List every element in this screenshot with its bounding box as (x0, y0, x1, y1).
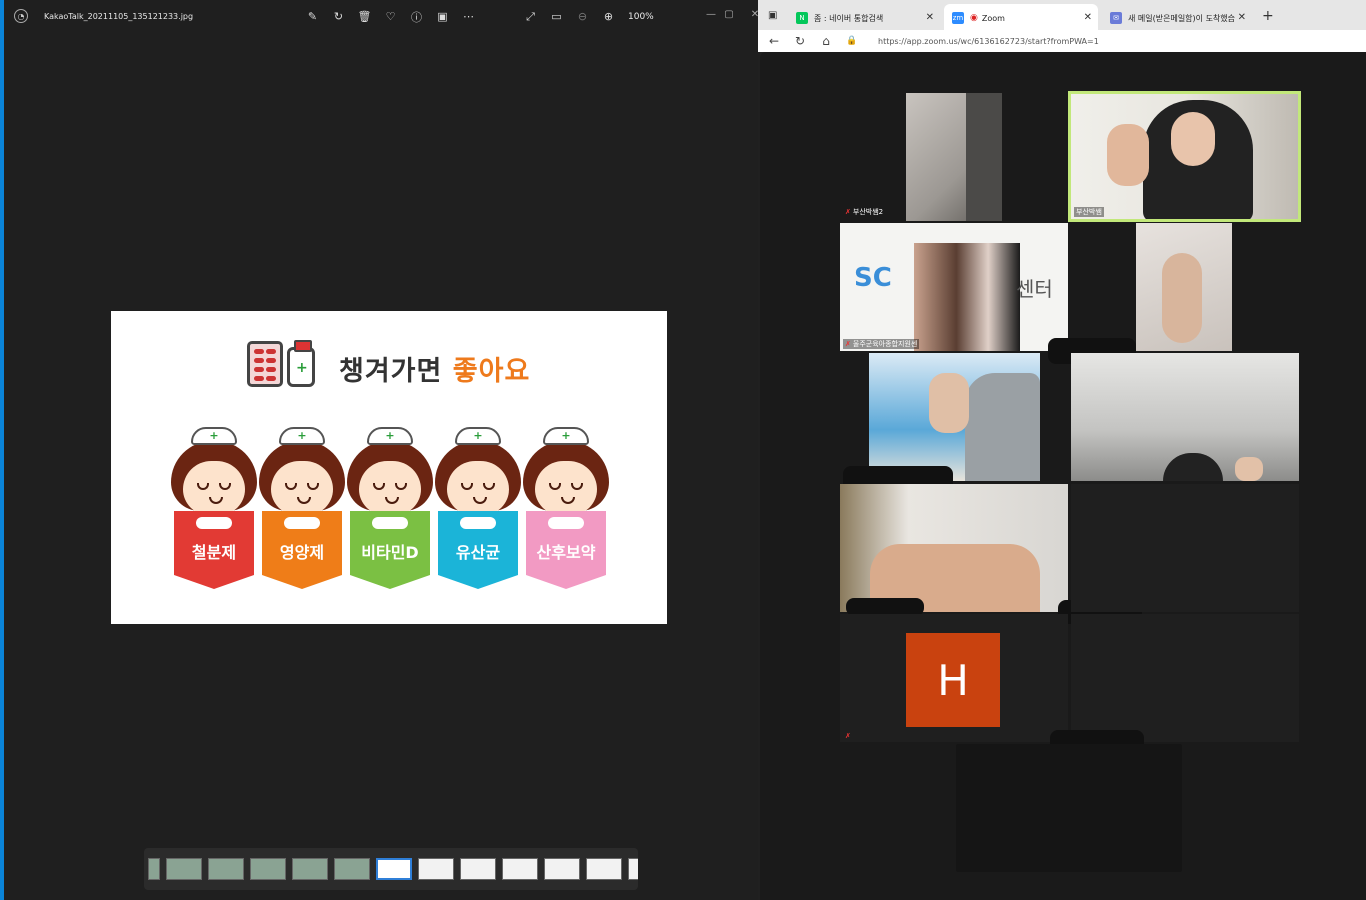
maximize-icon[interactable]: ▢ (722, 7, 736, 21)
zoom-icon: zm (952, 12, 964, 24)
thumbnail-strip (144, 848, 638, 890)
refresh-icon[interactable]: ↻ (790, 34, 810, 48)
address-bar: ← ↻ ⌂ 🔒 https://app.zoom.us/wc/613616272… (758, 30, 1366, 52)
tab-label: 새 메일(받은메일함)이 도착했습 (1128, 13, 1236, 23)
thumbnail[interactable] (250, 858, 286, 880)
home-icon[interactable]: ⌂ (816, 34, 836, 48)
mic-muted-icon: ✗ (845, 340, 851, 348)
logo-text: SC (854, 263, 892, 293)
name-tag-1: ✗ 부산박쌤2 (840, 205, 910, 219)
tab-label: 좀 : 네이버 통합검색 (814, 13, 884, 23)
thumbnail[interactable] (148, 858, 160, 880)
nurse-card-3: + 비타민D (347, 427, 433, 595)
video-tile-1[interactable] (906, 93, 1002, 221)
photos-window: ◔ KakaoTalk_20211105_135121233.jpg ✎ ↻ 🗑… (0, 0, 759, 900)
slideshow-icon[interactable]: ▣ (434, 8, 451, 25)
lock-icon: 🔒 (846, 36, 858, 46)
mail-icon: ✉ (1110, 12, 1122, 24)
video-tile-7[interactable] (840, 484, 1068, 612)
naver-icon: N (796, 12, 808, 24)
file-name: KakaoTalk_20211105_135121233.jpg (44, 11, 194, 21)
thumbnail[interactable] (292, 858, 328, 880)
fit-icon[interactable]: ▭ (548, 8, 565, 25)
participant-avatar: H (906, 633, 1000, 727)
nurse-label: 비타민D (361, 543, 419, 562)
pill-pack-icon (247, 341, 283, 387)
close-tab-icon[interactable]: ✕ (926, 12, 934, 23)
back-icon[interactable]: ← (764, 34, 784, 48)
nurse-card-4: + 유산균 (435, 427, 521, 595)
tab-naver[interactable]: N 좀 : 네이버 통합검색 ✕ (788, 4, 940, 32)
more-icon[interactable]: ⋯ (460, 8, 477, 25)
pixelated-face (914, 243, 1020, 351)
thumbnail[interactable] (418, 858, 454, 880)
minimize-icon[interactable]: — (704, 7, 718, 21)
nurse-label: 철분제 (191, 543, 237, 562)
info-icon[interactable]: ⓘ (408, 8, 425, 25)
medicine-bottle-icon: + (287, 340, 315, 387)
tab-zoom[interactable]: zm ◉ Zoom ✕ (944, 4, 1098, 32)
thumbnail[interactable] (586, 858, 622, 880)
recording-icon: ◉ (970, 13, 978, 23)
thumbnail[interactable] (544, 858, 580, 880)
photos-app-icon: ◔ (14, 9, 28, 23)
zoom-out-icon[interactable]: ⊖ (574, 8, 591, 25)
banner-text: 센터 (1016, 277, 1053, 301)
zoom-in-icon[interactable]: ⊕ (600, 8, 617, 25)
video-tile-8[interactable] (1071, 484, 1299, 612)
photo-image: + 챙겨가면 좋아요 + 철분제 + 영양제 + 비타민D + 유산균 + 산후… (111, 311, 667, 624)
url-field[interactable]: https://app.zoom.us/wc/6136162723/start?… (878, 37, 1099, 46)
slide-title-main: 챙겨가면 (339, 356, 443, 387)
photos-toolbar: ✎ ↻ 🗑 ♡ ⓘ ▣ ⋯ (304, 8, 477, 25)
participant-name: 울주군육아종합지원센 (852, 340, 918, 348)
video-tile-4[interactable] (1136, 223, 1232, 351)
video-tile-3[interactable]: SC 센터 ✗ 울주군육아종합지원센 (840, 223, 1068, 351)
tab-strip: ▣ N 좀 : 네이버 통합검색 ✕ zm ◉ Zoom ✕ ✉ 새 메일(받은… (758, 0, 1366, 32)
redaction-block (956, 744, 1182, 872)
tab-mail[interactable]: ✉ 새 메일(받은메일함)이 도착했습 ✕ (1102, 4, 1252, 32)
video-tile-2-active-speaker[interactable]: 부산박쌤 (1068, 91, 1301, 222)
delete-icon[interactable]: 🗑 (356, 8, 373, 25)
photos-view-controls: ⤢ ▭ ⊖ ⊕ 100% (522, 8, 654, 25)
mic-muted-icon: ✗ (845, 208, 851, 216)
new-tab-icon[interactable]: + (1262, 8, 1274, 24)
thumbnail[interactable] (334, 858, 370, 880)
thumbnail[interactable] (628, 858, 638, 880)
favorite-icon[interactable]: ♡ (382, 8, 399, 25)
nurse-label: 유산균 (455, 543, 501, 562)
video-tile-5[interactable] (869, 353, 1040, 481)
thumbnail[interactable] (166, 858, 202, 880)
participant-name: 부산박쌤2 (852, 208, 884, 216)
slide-title: 챙겨가면 좋아요 (339, 349, 530, 388)
rotate-icon[interactable]: ↻ (330, 8, 347, 25)
nurse-label: 영양제 (279, 543, 325, 562)
slide-title-accent: 좋아요 (452, 356, 531, 387)
participant-name: 부산박쌤 (1076, 208, 1102, 216)
mic-muted-icon: ✗ (845, 732, 851, 740)
thumbnail[interactable] (502, 858, 538, 880)
video-tile-6[interactable] (1071, 353, 1299, 481)
nurse-card-5: + 산후보약 (523, 427, 609, 595)
tab-actions-icon[interactable]: ▣ (768, 10, 777, 21)
nurse-label: 산후보약 (536, 543, 596, 562)
nurse-card-1: + 철분제 (171, 427, 257, 595)
nurse-card-2: + 영양제 (259, 427, 345, 595)
zoom-level: 100% (628, 11, 654, 22)
tab-label: Zoom (981, 13, 1005, 23)
close-tab-icon[interactable]: ✕ (1238, 12, 1246, 23)
video-tile-10[interactable] (1071, 614, 1299, 742)
thumbnail-active[interactable] (376, 858, 412, 880)
thumbnail[interactable] (208, 858, 244, 880)
thumbnail[interactable] (460, 858, 496, 880)
fullscreen-icon[interactable]: ⤢ (522, 8, 539, 25)
edit-icon[interactable]: ✎ (304, 8, 321, 25)
close-tab-icon[interactable]: ✕ (1084, 12, 1092, 23)
